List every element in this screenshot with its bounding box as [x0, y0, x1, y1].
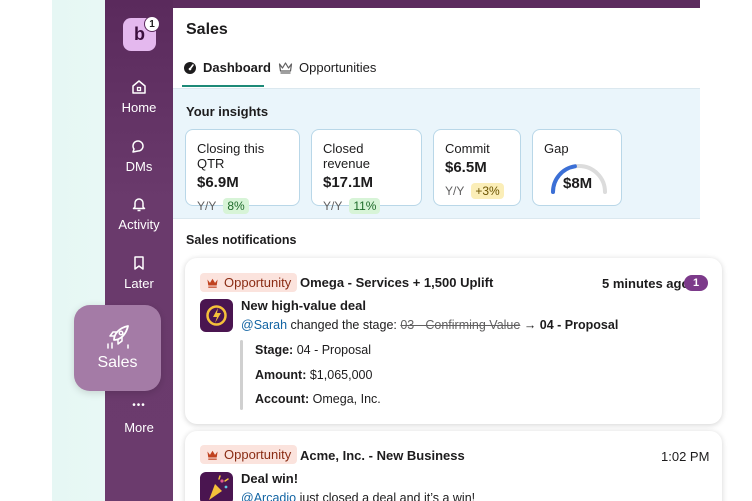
tab-opportunities[interactable]: Opportunities: [278, 60, 376, 75]
new-stage: 04 - Proposal: [539, 318, 619, 332]
sidebar-item-dms[interactable]: DMs: [105, 137, 173, 174]
unread-badge: 1: [684, 275, 708, 291]
workspace-initial: b: [134, 24, 145, 44]
change-badge: +3%: [471, 183, 504, 199]
crown-icon: [278, 62, 293, 74]
sidebar-item-label: Activity: [118, 217, 160, 232]
main-panel: [173, 8, 700, 501]
card-yy: Y/Y: [445, 184, 465, 198]
sidebar-item-later[interactable]: Later: [105, 254, 173, 291]
dashboard-gauge-icon: [184, 61, 196, 74]
opportunity-tag[interactable]: Opportunity: [200, 445, 298, 464]
more-dots-icon: •••: [132, 400, 146, 411]
arrow-icon: →: [523, 318, 537, 332]
sidebar-item-home[interactable]: Home: [105, 78, 173, 115]
card-value: $17.1M: [323, 174, 374, 191]
celebration-app-icon: [200, 472, 233, 501]
workspace-badge: 1: [144, 16, 160, 32]
sidebar-item-label: Sales: [97, 354, 138, 371]
opportunity-name[interactable]: Omega - Services + 1,500 Uplift: [300, 275, 493, 290]
stage-change-line: @Sarah changed the stage: 03 - Confirmin…: [241, 318, 619, 332]
user-mention[interactable]: @Arcadio: [241, 491, 296, 501]
sidebar-item-label: More: [124, 420, 154, 435]
notification-time: 5 minutes ago: [602, 276, 690, 291]
insight-card-closed-revenue[interactable]: Closed revenue $17.1M Y/Y 11%: [311, 129, 422, 214]
detail-amount: Amount: $1,065,000: [255, 368, 373, 382]
detail-account: Account: Omega, Inc.: [255, 392, 381, 406]
sidebar-item-activity[interactable]: Activity: [105, 195, 173, 232]
opportunity-name[interactable]: Acme, Inc. - New Business: [300, 448, 465, 463]
bookmark-icon: [134, 256, 144, 270]
insight-card-commit[interactable]: Commit $6.5M Y/Y +3%: [433, 129, 521, 206]
crown-icon: [207, 450, 218, 460]
sidebar-item-more[interactable]: ••• More: [105, 400, 173, 435]
sales-app-icon: [200, 299, 233, 332]
bell-icon: [132, 198, 146, 212]
change-badge: 8%: [223, 198, 249, 214]
card-label: Gap: [544, 141, 569, 156]
user-mention[interactable]: @Sarah: [241, 318, 287, 332]
card-value: $6.5M: [445, 159, 487, 176]
card-label: Closing this QTR: [197, 141, 265, 171]
card-label: Commit: [445, 141, 490, 156]
change-badge: 11%: [349, 198, 381, 214]
opportunity-tag[interactable]: Opportunity: [200, 273, 298, 292]
page-background-right: [700, 0, 752, 501]
dms-icon: [132, 140, 144, 153]
sidebar-item-label: Home: [121, 100, 157, 115]
deal-win-line: @Arcadio just closed a deal and it’s a w…: [241, 491, 475, 501]
old-stage: 03 - Confirming Value: [400, 318, 521, 332]
card-label: Closed revenue: [323, 141, 370, 171]
insight-card-gap[interactable]: Gap: [532, 129, 622, 206]
insights-title: Your insights: [186, 104, 269, 119]
detail-stage: Stage: 04 - Proposal: [255, 343, 372, 357]
deal-headline: New high-value deal: [241, 298, 366, 313]
sidebar-item-sales[interactable]: Sales: [74, 305, 161, 391]
top-bar: [173, 0, 700, 8]
sidebar-item-label: Later: [124, 276, 154, 291]
details-divider: [240, 340, 243, 410]
insight-card-closing[interactable]: Closing this QTR $6.9M Y/Y 8%: [185, 129, 300, 214]
card-yy: Y/Y: [323, 199, 343, 213]
notification-time: 1:02 PM: [661, 449, 710, 464]
sales-rocket-icon: [106, 325, 129, 349]
gap-value: $8M: [563, 175, 593, 192]
home-icon: [132, 80, 146, 94]
notifications-title: Sales notifications: [186, 233, 297, 247]
page-title: Sales: [186, 21, 228, 38]
crown-icon: [207, 278, 218, 288]
active-tab-indicator: [182, 85, 264, 87]
tab-dashboard[interactable]: Dashboard: [183, 60, 271, 75]
sidebar-item-label: DMs: [125, 159, 153, 174]
card-value: $6.9M: [197, 174, 239, 191]
page-background-left: [0, 0, 105, 501]
card-yy: Y/Y: [197, 199, 217, 213]
deal-headline: Deal win!: [241, 471, 299, 486]
